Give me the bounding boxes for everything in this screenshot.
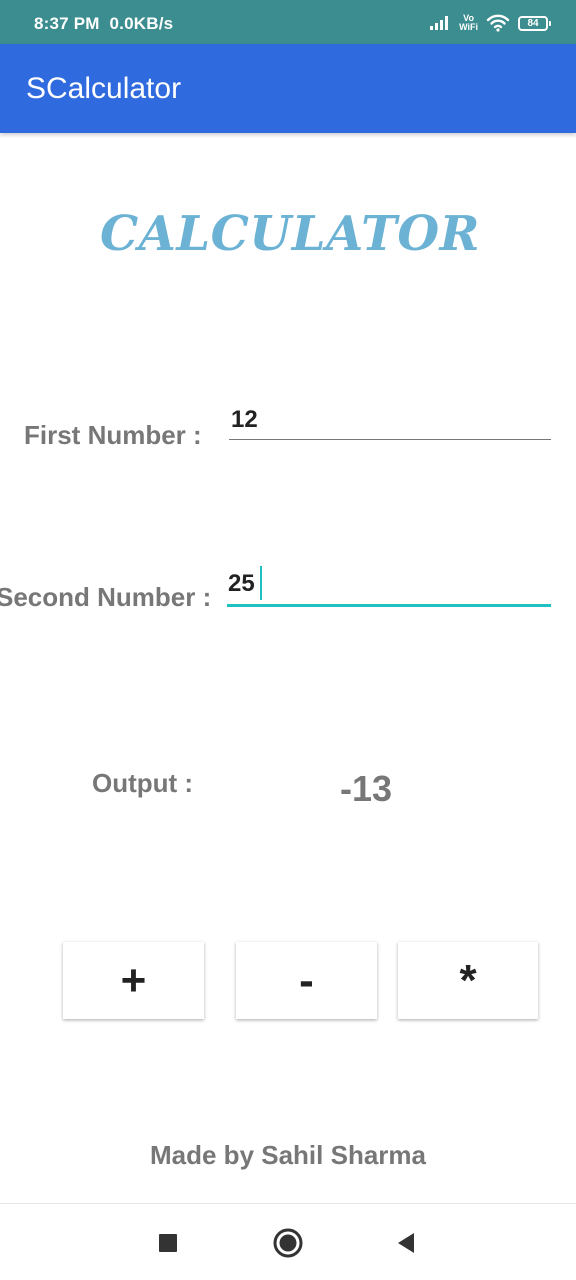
second-number-input[interactable] — [226, 566, 550, 602]
first-number-underline — [229, 439, 551, 440]
recent-apps-button[interactable] — [151, 1226, 185, 1260]
first-number-input[interactable] — [229, 402, 551, 438]
second-number-label: Second Number : — [0, 582, 212, 612]
signal-icon — [430, 16, 449, 30]
first-number-label: First Number : — [24, 420, 202, 450]
battery-icon: 84 — [518, 15, 551, 31]
navigation-bar — [0, 1203, 576, 1280]
back-icon — [398, 1233, 414, 1253]
status-time: 8:37 PM — [34, 14, 100, 33]
status-time-and-speed: 8:37 PM 0.0KB/s — [34, 14, 173, 34]
app-title: SCalculator — [26, 72, 182, 105]
home-button[interactable] — [271, 1226, 305, 1260]
output-value: -13 — [340, 768, 393, 809]
add-button[interactable]: + — [63, 942, 204, 1019]
vowifi-icon: Vo WiFi — [459, 14, 478, 32]
network-speed: 0.0KB/s — [109, 14, 174, 33]
multiply-button[interactable]: * — [398, 942, 538, 1019]
output-label: Output : — [92, 768, 194, 798]
back-button[interactable] — [389, 1226, 423, 1260]
status-icons: Vo WiFi 84 — [429, 12, 551, 34]
text-cursor — [260, 566, 262, 600]
app-bar: SCalculator — [0, 44, 576, 133]
vowifi-bottom-label: WiFi — [459, 22, 478, 32]
credit-text: Made by Sahil Sharma — [150, 1140, 426, 1170]
wifi-icon — [486, 14, 510, 32]
recent-apps-icon — [159, 1234, 177, 1252]
calculator-heading: CALCULATOR — [99, 206, 481, 262]
second-number-underline — [227, 604, 551, 607]
home-icon — [273, 1228, 303, 1258]
app-screen: 8:37 PM 0.0KB/s Vo WiFi 84 SCalculator C… — [0, 0, 576, 1280]
status-bar: 8:37 PM 0.0KB/s Vo WiFi 84 — [0, 0, 576, 44]
subtract-button[interactable]: - — [236, 942, 377, 1019]
